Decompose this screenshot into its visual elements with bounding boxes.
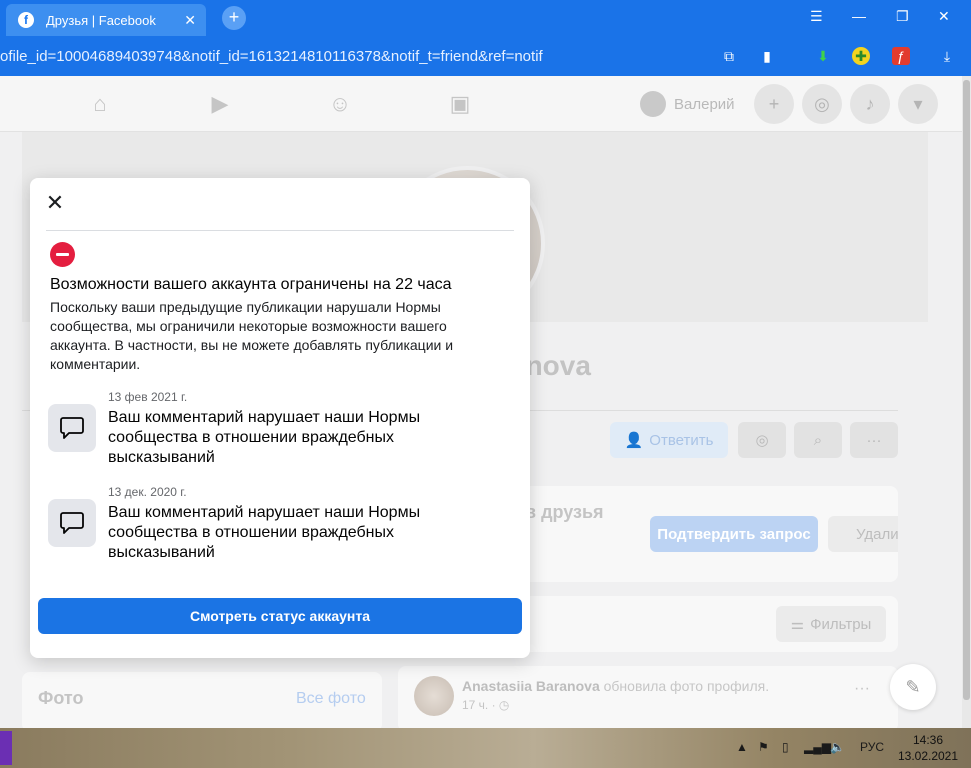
flash-icon[interactable]: ƒ [892,47,910,65]
create-icon[interactable]: + [754,84,794,124]
page-scrollbar[interactable] [962,76,971,728]
confirm-request-button[interactable]: Подтвердить запрос [650,516,818,552]
nav-user-name: Валерий [674,95,735,113]
copy-page-icon[interactable]: ⧉ [720,47,738,65]
new-message-fab-icon[interactable]: ✎ [890,664,936,710]
tray-up-arrow-icon[interactable]: ▲ [736,740,748,754]
downloads-icon[interactable]: ⤓ [938,47,956,65]
tab-close-icon[interactable]: ✕ [184,12,196,29]
tab-title: Друзья | Facebook [46,12,156,28]
photos-title: Фото [38,688,84,708]
clock-time: 14:36 [912,733,944,747]
post-author-avatar[interactable] [414,676,454,716]
violation-date: 13 дек. 2020 г. [108,485,187,499]
comment-bubble-icon [48,404,96,452]
filters-button[interactable]: ⚌ Фильтры [776,606,886,642]
scrollbar-thumb[interactable] [963,80,970,700]
filters-icon: ⚌ [790,616,805,633]
post-card: Anastasiia Baranova обновила фото профил… [398,666,898,728]
nav-profile[interactable]: Валерий [640,90,735,118]
facebook-favicon-icon: f [18,12,34,28]
post-author[interactable]: Anastasiia Baranova [462,678,600,694]
new-tab-button[interactable]: + [222,6,246,30]
notifications-icon[interactable]: ♪ [850,84,890,124]
reply-person-icon: 👤 [624,432,644,449]
browser-menu-icon[interactable]: ☰ [810,8,823,25]
filters-button-label: Фильтры [810,615,872,633]
messenger-icon[interactable]: ◎ [802,84,842,124]
avatar [640,91,666,117]
groups-icon[interactable]: ☺ [326,90,354,118]
address-bar: ofile_id=100046894039748&notif_id=161321… [0,36,971,76]
window-close-icon[interactable]: ✕ [938,8,950,25]
view-account-status-button[interactable]: Смотреть статус аккаунта [38,598,522,634]
tray-battery-icon[interactable]: ▯ [782,740,789,754]
gaming-icon[interactable]: ▣ [446,90,474,118]
violation-text: Ваш комментарий нарушает наши Нормы сооб… [108,409,421,466]
more-options-button[interactable]: ··· [850,422,898,458]
search-profile-button[interactable]: ⌕ [794,422,842,458]
watch-icon[interactable]: ▶ [206,90,234,118]
account-menu-icon[interactable]: ▾ [898,84,938,124]
post-more-icon[interactable]: ··· [854,680,870,698]
download-arrow-icon[interactable]: ⬇ [814,47,832,65]
browser-tab[interactable]: f Друзья | Facebook ✕ [6,4,206,36]
reply-button-label: Ответить [649,431,714,449]
url-text[interactable]: ofile_id=100046894039748&notif_id=161321… [0,48,543,65]
taskbar-app-icon[interactable] [0,731,12,765]
violation-date: 13 фев 2021 г. [108,390,188,404]
account-restriction-dialog: ✕ Возможности вашего аккаунта ограничены… [30,178,530,658]
delete-request-button[interactable]: Удали [828,516,899,552]
post-header: Anastasiia Baranova обновила фото профил… [462,678,769,694]
tray-clock[interactable]: 14:36 13.02.2021 [896,732,960,764]
message-button[interactable]: ◎ [738,422,786,458]
violation-text: Ваш комментарий нарушает наши Нормы сооб… [108,504,421,561]
facebook-nav-bar: ⌂ ▶ ☺ ▣ Валерий + ◎ ♪ ▾ [0,76,962,132]
dialog-title: Возможности вашего аккаунта ограничены н… [50,276,452,293]
dialog-separator [46,230,514,231]
all-photos-link[interactable]: Все фото [296,690,366,708]
dialog-body: Поскольку ваши предыдущие публикации нар… [50,299,454,372]
home-icon[interactable]: ⌂ [86,90,114,118]
post-action: обновила фото профиля. [603,678,770,694]
restore-icon[interactable]: ❐ [896,8,909,25]
tray-flag-icon[interactable]: ⚑ [758,740,769,754]
tray-volume-icon[interactable]: 🔈 [830,740,845,754]
post-time[interactable]: 17 ч. · ◷ [462,698,509,712]
extension-icon[interactable]: ✚ [852,47,870,65]
minimize-icon[interactable]: — [852,8,866,24]
dialog-close-button[interactable]: ✕ [44,192,66,214]
stop-sign-icon [50,242,75,267]
browser-tab-bar: f Друзья | Facebook ✕ + ☰ — ❐ ✕ [0,0,971,36]
clock-date: 13.02.2021 [897,749,959,763]
tray-language[interactable]: РУС [860,740,884,754]
more-icon: ··· [866,431,882,449]
comment-bubble-icon [48,499,96,547]
windows-taskbar: ▲ ⚑ ▯ ▂▄▆ 🔈 РУС 14:36 13.02.2021 [0,728,971,768]
tray-signal-icon[interactable]: ▂▄▆ [804,740,831,754]
photos-card: Фото Все фото [22,672,382,728]
bookmark-icon[interactable]: ▮ [758,47,776,65]
search-icon: ⌕ [813,431,823,449]
messenger-small-icon: ◎ [755,432,769,449]
reply-button[interactable]: 👤 Ответить [610,422,728,458]
